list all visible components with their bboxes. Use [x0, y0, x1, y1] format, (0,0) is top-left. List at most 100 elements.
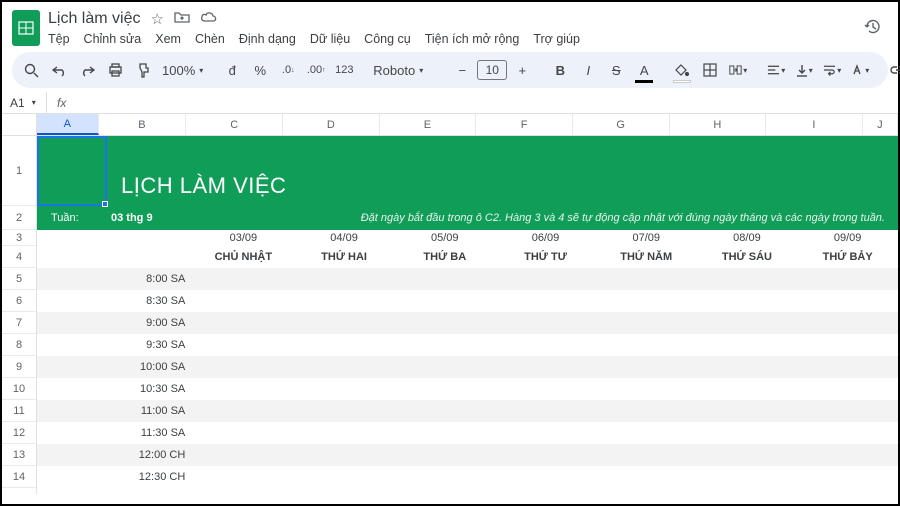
time-cell[interactable]: 12:30 CH	[101, 466, 193, 487]
day-name[interactable]: THỨ TƯ	[495, 246, 596, 267]
menu-edit[interactable]: Chỉnh sửa	[84, 32, 142, 46]
time-cell[interactable]: 9:00 SA	[101, 312, 193, 333]
merge-icon[interactable]: ▾	[729, 58, 747, 82]
row-header[interactable]: 1	[2, 136, 36, 206]
star-icon[interactable]: ☆	[150, 10, 163, 28]
move-folder-icon[interactable]	[174, 10, 190, 28]
day-name[interactable]: THỨ BẢY	[797, 246, 898, 267]
more-formats[interactable]: 123	[335, 58, 353, 82]
cloud-status-icon[interactable]	[200, 10, 218, 28]
day-name[interactable]: CHỦ NHẬT	[193, 246, 294, 267]
menu-insert[interactable]: Chèn	[195, 32, 225, 46]
font-select[interactable]: Roboto▾	[373, 63, 433, 78]
row-header[interactable]: 4	[2, 246, 36, 268]
day-name[interactable]: THỨ SÁU	[697, 246, 798, 267]
day-date[interactable]: 08/09	[697, 230, 798, 245]
row-header[interactable]: 7	[2, 312, 36, 334]
row-header[interactable]: 8	[2, 334, 36, 356]
rotate-text-icon[interactable]: ▾	[851, 58, 869, 82]
col-header[interactable]: E	[380, 114, 477, 135]
week-date[interactable]: 03 thg 9	[107, 206, 207, 229]
select-all-corner[interactable]	[2, 114, 36, 136]
day-name[interactable]: THỨ NĂM	[596, 246, 697, 267]
search-icon[interactable]	[22, 58, 40, 82]
day-name[interactable]: THỨ HAI	[294, 246, 395, 267]
italic-button[interactable]: I	[579, 58, 597, 82]
fontsize-increase[interactable]: +	[513, 58, 531, 82]
doc-title[interactable]: Lịch làm việc	[48, 10, 140, 28]
col-header[interactable]: F	[476, 114, 573, 135]
menu-data[interactable]: Dữ liệu	[310, 32, 350, 46]
day-date[interactable]: 05/09	[394, 230, 495, 245]
decrease-decimal[interactable]: .0↓	[279, 58, 297, 82]
day-date[interactable]: 03/09	[193, 230, 294, 245]
week-label[interactable]: Tuần:	[37, 206, 107, 229]
row-header[interactable]: 2	[2, 206, 36, 230]
undo-icon[interactable]	[50, 58, 68, 82]
time-cell[interactable]: 12:00 CH	[101, 444, 193, 465]
menu-help[interactable]: Trợ giúp	[533, 32, 580, 46]
day-name[interactable]: THỨ BA	[394, 246, 495, 267]
bold-button[interactable]: B	[551, 58, 569, 82]
menu-extensions[interactable]: Tiện ích mở rộng	[425, 32, 520, 46]
col-header[interactable]: J	[863, 114, 898, 135]
fontsize-input[interactable]: 10	[477, 60, 507, 80]
paint-format-icon[interactable]	[134, 58, 152, 82]
menu-tools[interactable]: Công cụ	[364, 32, 411, 46]
time-cell[interactable]: 10:30 SA	[101, 378, 193, 399]
print-icon[interactable]	[106, 58, 124, 82]
col-header[interactable]: I	[766, 114, 863, 135]
time-cell[interactable]: 10:00 SA	[101, 356, 193, 377]
borders-icon[interactable]	[701, 58, 719, 82]
col-header[interactable]: H	[670, 114, 767, 135]
row-header[interactable]: 3	[2, 230, 36, 246]
day-date[interactable]: 06/09	[495, 230, 596, 245]
row-header[interactable]: 14	[2, 466, 36, 488]
increase-decimal[interactable]: .00↑	[307, 58, 325, 82]
time-cell[interactable]: 11:00 SA	[101, 400, 193, 421]
row-header[interactable]: 6	[2, 290, 36, 312]
time-cell[interactable]: 9:30 SA	[101, 334, 193, 355]
time-row: 10:00 SA	[37, 356, 898, 378]
sheet-title[interactable]: LỊCH LÀM VIỆC	[107, 136, 897, 205]
text-color[interactable]: A	[635, 58, 653, 82]
link-icon[interactable]	[889, 58, 900, 82]
row-header[interactable]: 13	[2, 444, 36, 466]
currency-format[interactable]: đ	[223, 58, 241, 82]
time-cell[interactable]: 8:30 SA	[101, 290, 193, 311]
row-header[interactable]: 11	[2, 400, 36, 422]
formula-input[interactable]	[72, 92, 898, 113]
redo-icon[interactable]	[78, 58, 96, 82]
col-header[interactable]: G	[573, 114, 670, 135]
day-date[interactable]: 04/09	[294, 230, 395, 245]
fontsize-decrease[interactable]: −	[453, 58, 471, 82]
valign-icon[interactable]: ▾	[795, 58, 813, 82]
wrap-icon[interactable]: ▾	[823, 58, 841, 82]
strike-button[interactable]: S	[607, 58, 625, 82]
col-header[interactable]: A	[37, 114, 99, 135]
time-cell[interactable]: 8:00 SA	[101, 268, 193, 289]
time-cell[interactable]: 11:30 SA	[101, 422, 193, 443]
col-header[interactable]: D	[283, 114, 380, 135]
banner-note[interactable]: Đặt ngày bắt đầu trong ô C2. Hàng 3 và 4…	[207, 206, 897, 229]
name-box[interactable]: A1▾	[2, 96, 46, 110]
row-header[interactable]: 10	[2, 378, 36, 400]
menu-format[interactable]: Định dạng	[239, 32, 296, 46]
col-header[interactable]: B	[99, 114, 187, 135]
row-header[interactable]: 5	[2, 268, 36, 290]
percent-format[interactable]: %	[251, 58, 269, 82]
row-header[interactable]: 12	[2, 422, 36, 444]
row-header[interactable]: 9	[2, 356, 36, 378]
history-icon[interactable]	[860, 14, 886, 40]
menu-file[interactable]: Tệp	[48, 32, 70, 46]
menubar: Tệp Chỉnh sửa Xem Chèn Định dạng Dữ liệu…	[48, 32, 852, 46]
sheet-body[interactable]: LỊCH LÀM VIỆC Tuần: 03 thg 9 Đặt ngày bắ…	[37, 136, 898, 494]
halign-icon[interactable]: ▾	[767, 58, 785, 82]
zoom-select[interactable]: 100%▾	[162, 63, 203, 78]
fill-color[interactable]	[673, 58, 691, 82]
col-header[interactable]: C	[186, 114, 283, 135]
header: Lịch làm việc ☆ Tệp Chỉnh sửa Xem Chèn Đ…	[2, 2, 898, 46]
menu-view[interactable]: Xem	[155, 32, 181, 46]
day-date[interactable]: 09/09	[797, 230, 898, 245]
day-date[interactable]: 07/09	[596, 230, 697, 245]
